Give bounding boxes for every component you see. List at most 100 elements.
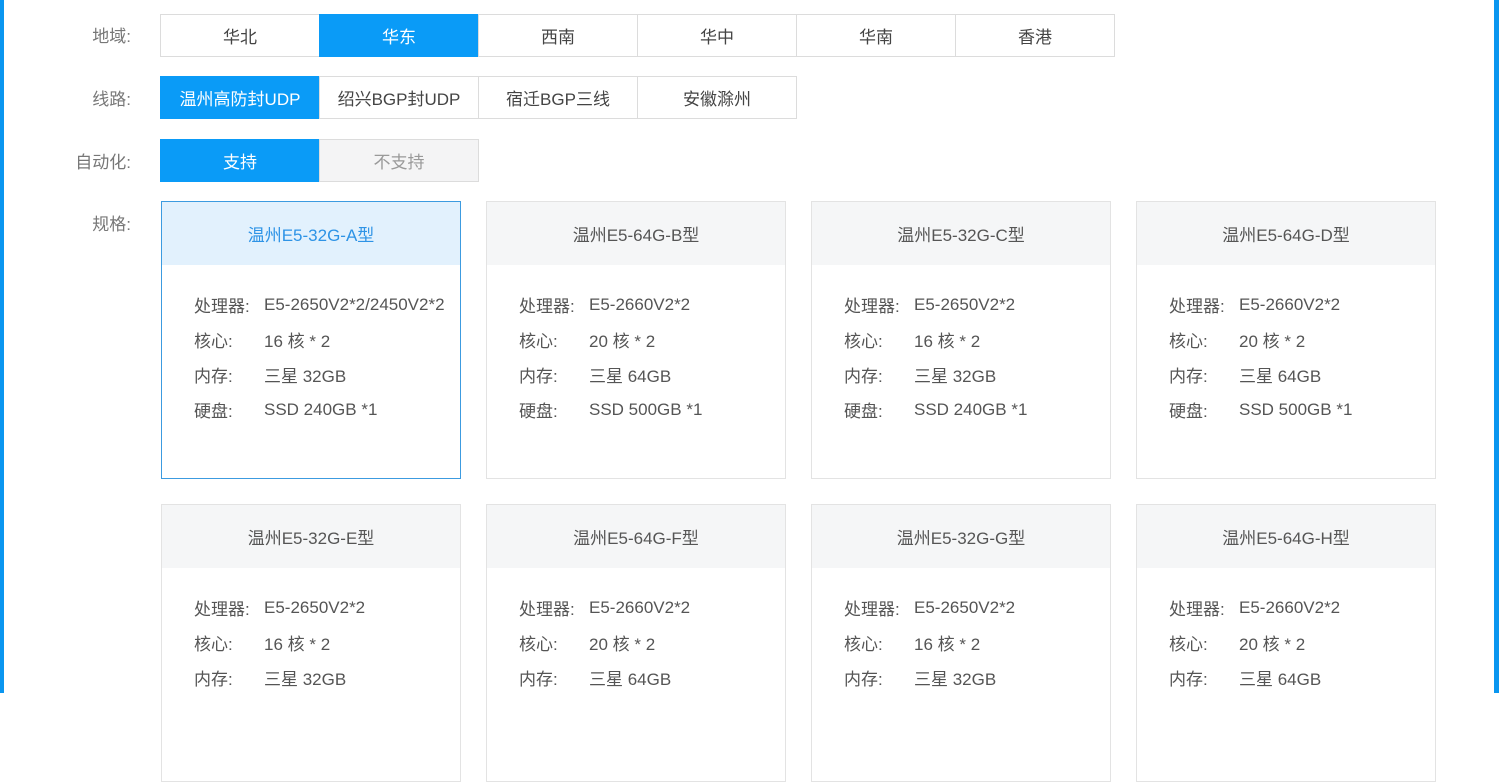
cpu-row: 处理器: E5-2660V2*2 — [1169, 590, 1435, 625]
automation-option-supported[interactable]: 支持 — [160, 139, 320, 182]
automation-selector: 支持 不支持 — [160, 139, 479, 182]
cores-value: 16 核 * 2 — [264, 635, 331, 654]
cpu-key: 处理器: — [194, 297, 250, 316]
memory-value: 三星 64GB — [589, 670, 672, 689]
cores-key: 核心: — [844, 332, 883, 351]
card-title: 温州E5-32G-C型 — [812, 202, 1110, 265]
line-option-shaoxing[interactable]: 绍兴BGP封UDP — [319, 76, 479, 119]
disk-value: SSD 500GB *1 — [589, 399, 703, 419]
disk-value: SSD 240GB *1 — [264, 399, 378, 419]
disk-value: SSD 500GB *1 — [1239, 399, 1353, 419]
disk-key: 硬盘: — [1169, 402, 1208, 421]
cores-key: 核心: — [1169, 332, 1208, 351]
region-option-huadong[interactable]: 华东 — [319, 14, 479, 57]
automation-option-unsupported[interactable]: 不支持 — [319, 139, 479, 182]
spec-card-a[interactable]: 温州E5-32G-A型 处理器: E5-2650V2*2/2450V2*2 核心:… — [161, 201, 461, 479]
cpu-key: 处理器: — [519, 600, 575, 619]
cores-value: 16 核 * 2 — [264, 332, 331, 351]
disk-row: 硬盘: SSD 500GB *1 — [1169, 392, 1435, 427]
cpu-key: 处理器: — [1169, 600, 1225, 619]
cpu-row: 处理器: E5-2660V2*2 — [519, 287, 785, 322]
memory-value: 三星 32GB — [914, 367, 997, 386]
memory-row: 内存: 三星 32GB — [194, 660, 460, 695]
memory-value: 三星 64GB — [1239, 367, 1322, 386]
spec-list: 处理器: E5-2650V2*2 核心: 16 核 * 2 内存: 三星 32GB 硬… — [812, 265, 1110, 427]
cpu-value: E5-2650V2*2/2450V2*2 — [264, 294, 445, 314]
card-title: 温州E5-64G-D型 — [1137, 202, 1435, 265]
spec-card-g[interactable]: 温州E5-32G-G型 处理器: E5-2650V2*2 核心: 16 核 * 2 … — [811, 504, 1111, 782]
region-option-hongkong[interactable]: 香港 — [955, 14, 1115, 57]
cores-value: 16 核 * 2 — [914, 332, 981, 351]
spec-list: 处理器: E5-2650V2*2 核心: 16 核 * 2 内存: 三星 32GB — [812, 568, 1110, 695]
cpu-key: 处理器: — [844, 600, 900, 619]
memory-key: 内存: — [194, 670, 233, 689]
memory-key: 内存: — [194, 367, 233, 386]
cpu-value: E5-2660V2*2 — [589, 597, 691, 617]
cpu-row: 处理器: E5-2650V2*2 — [844, 590, 1110, 625]
disk-value: SSD 240GB *1 — [914, 399, 1028, 419]
cores-row: 核心: 16 核 * 2 — [844, 625, 1110, 660]
line-option-anhui-chuzhou[interactable]: 安徽滁州 — [637, 76, 797, 119]
cores-row: 核心: 20 核 * 2 — [1169, 625, 1435, 660]
card-title: 温州E5-32G-G型 — [812, 505, 1110, 568]
cpu-value: E5-2650V2*2 — [914, 597, 1016, 617]
cpu-row: 处理器: E5-2660V2*2 — [1169, 287, 1435, 322]
region-option-huabei[interactable]: 华北 — [160, 14, 320, 57]
cpu-value: E5-2660V2*2 — [589, 294, 691, 314]
spec-card-d[interactable]: 温州E5-64G-D型 处理器: E5-2660V2*2 核心: 20 核 * 2 … — [1136, 201, 1436, 479]
memory-key: 内存: — [519, 367, 558, 386]
cores-key: 核心: — [194, 332, 233, 351]
cores-row: 核心: 16 核 * 2 — [844, 322, 1110, 357]
spec-card-b[interactable]: 温州E5-64G-B型 处理器: E5-2660V2*2 核心: 20 核 * 2 … — [486, 201, 786, 479]
spec-list: 处理器: E5-2660V2*2 核心: 20 核 * 2 内存: 三星 64GB 硬… — [487, 265, 785, 427]
spec-list: 处理器: E5-2660V2*2 核心: 20 核 * 2 内存: 三星 64GB — [1137, 568, 1435, 695]
cpu-value: E5-2660V2*2 — [1239, 597, 1341, 617]
right-edge-bar — [1494, 0, 1499, 693]
memory-row: 内存: 三星 32GB — [844, 660, 1110, 695]
disk-row: 硬盘: SSD 240GB *1 — [194, 392, 460, 427]
spec-card-e[interactable]: 温州E5-32G-E型 处理器: E5-2650V2*2 核心: 16 核 * 2 … — [161, 504, 461, 782]
memory-key: 内存: — [1169, 670, 1208, 689]
cpu-value: E5-2660V2*2 — [1239, 294, 1341, 314]
cpu-key: 处理器: — [194, 600, 250, 619]
cores-row: 核心: 20 核 * 2 — [519, 625, 785, 660]
memory-key: 内存: — [844, 367, 883, 386]
line-option-wenzhou[interactable]: 温州高防封UDP — [160, 76, 320, 119]
spec-list: 处理器: E5-2660V2*2 核心: 20 核 * 2 内存: 三星 64GB 硬… — [1137, 265, 1435, 427]
memory-key: 内存: — [1169, 367, 1208, 386]
cores-value: 20 核 * 2 — [589, 635, 656, 654]
region-option-huazhong[interactable]: 华中 — [637, 14, 797, 57]
spec-card-h[interactable]: 温州E5-64G-H型 处理器: E5-2660V2*2 核心: 20 核 * 2 … — [1136, 504, 1436, 782]
cores-value: 20 核 * 2 — [589, 332, 656, 351]
region-label: 地域: — [92, 27, 131, 46]
cores-row: 核心: 20 核 * 2 — [1169, 322, 1435, 357]
region-option-xinan[interactable]: 西南 — [478, 14, 638, 57]
cores-row: 核心: 20 核 * 2 — [519, 322, 785, 357]
memory-row: 内存: 三星 64GB — [1169, 357, 1435, 392]
memory-value: 三星 32GB — [914, 670, 997, 689]
card-title: 温州E5-32G-A型 — [162, 202, 460, 265]
cpu-row: 处理器: E5-2650V2*2/2450V2*2 — [194, 287, 460, 322]
cpu-key: 处理器: — [844, 297, 900, 316]
region-option-huanan[interactable]: 华南 — [796, 14, 956, 57]
spec-card-f[interactable]: 温州E5-64G-F型 处理器: E5-2660V2*2 核心: 20 核 * 2 … — [486, 504, 786, 782]
cpu-value: E5-2650V2*2 — [914, 294, 1016, 314]
cpu-row: 处理器: E5-2660V2*2 — [519, 590, 785, 625]
memory-value: 三星 32GB — [264, 367, 347, 386]
line-selector: 温州高防封UDP 绍兴BGP封UDP 宿迁BGP三线 安徽滁州 — [160, 76, 797, 119]
cpu-key: 处理器: — [1169, 297, 1225, 316]
cores-key: 核心: — [844, 635, 883, 654]
cores-key: 核心: — [194, 635, 233, 654]
memory-value: 三星 32GB — [264, 670, 347, 689]
spec-card-c[interactable]: 温州E5-32G-C型 处理器: E5-2650V2*2 核心: 16 核 * 2 … — [811, 201, 1111, 479]
disk-key: 硬盘: — [194, 402, 233, 421]
cores-value: 20 核 * 2 — [1239, 332, 1306, 351]
memory-row: 内存: 三星 32GB — [844, 357, 1110, 392]
spec-list: 处理器: E5-2650V2*2/2450V2*2 核心: 16 核 * 2 内存:… — [162, 265, 460, 427]
cpu-key: 处理器: — [519, 297, 575, 316]
line-option-suqian[interactable]: 宿迁BGP三线 — [478, 76, 638, 119]
cpu-value: E5-2650V2*2 — [264, 597, 366, 617]
cores-key: 核心: — [519, 332, 558, 351]
cores-value: 20 核 * 2 — [1239, 635, 1306, 654]
memory-row: 内存: 三星 64GB — [1169, 660, 1435, 695]
